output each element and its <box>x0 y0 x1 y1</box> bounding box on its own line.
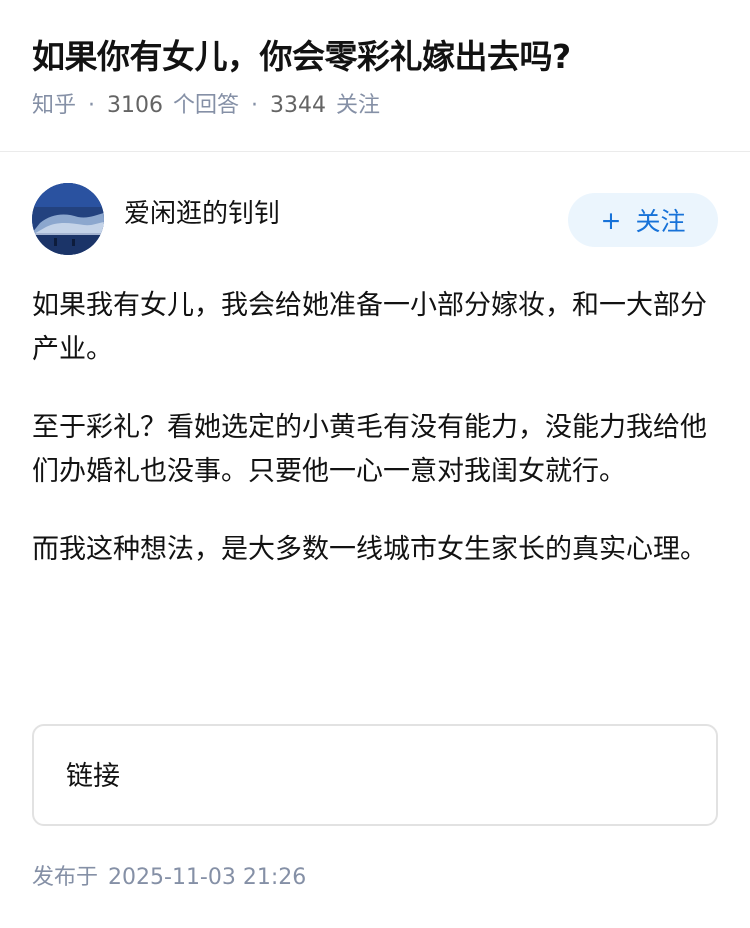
publish-label: 发布于 <box>32 865 99 890</box>
answer-paragraph: 而我这种想法，是大多数一线城市女生家长的真实心理。 <box>32 534 707 565</box>
answer-paragraph: 至于彩礼？看她选定的小黄毛有没有能力，没能力我给他们办婚礼也没事。只要他一心一意… <box>32 412 707 487</box>
publish-timestamp: 2025-11-03 21:26 <box>108 865 307 890</box>
meta-separator: · <box>251 93 259 118</box>
author-name[interactable]: 爱闲逛的钊钊 <box>124 196 568 232</box>
meta-separator: · <box>88 93 96 118</box>
source-label[interactable]: 知乎 <box>32 88 76 124</box>
question-meta: 知乎 · 3106 个回答 · 3344 关注 <box>32 88 718 124</box>
answer-paragraph: 如果我有女儿，我会给她准备一小部分嫁妆，和一大部分产业。 <box>32 290 707 365</box>
answer-count: 3106 <box>107 93 164 118</box>
follower-count-label[interactable]: 关注 <box>336 88 380 124</box>
avatar[interactable] <box>32 183 104 255</box>
author-row: 爱闲逛的钊钊 + 关注 <box>32 183 718 255</box>
link-card[interactable]: 链接 <box>32 724 718 826</box>
answer-page: 如果你有女儿，你会零彩礼嫁出去吗? 知乎 · 3106 个回答 · 3344 关… <box>0 0 750 928</box>
question-header: 如果你有女儿，你会零彩礼嫁出去吗? 知乎 · 3106 个回答 · 3344 关… <box>0 0 750 152</box>
answer-count-label[interactable]: 个回答 <box>173 88 239 124</box>
follow-button[interactable]: + 关注 <box>568 193 718 247</box>
follow-button-label: 关注 <box>635 207 686 236</box>
question-title[interactable]: 如果你有女儿，你会零彩礼嫁出去吗? <box>32 32 718 82</box>
plus-icon: + <box>600 205 622 235</box>
answer-body: 如果我有女儿，我会给她准备一小部分嫁妆，和一大部分产业。 至于彩礼？看她选定的小… <box>32 284 718 606</box>
link-card-label: 链接 <box>66 760 120 792</box>
avatar-photo-icon <box>32 183 104 255</box>
publish-time: 发布于 2025-11-03 21:26 <box>32 860 306 896</box>
follower-count: 3344 <box>270 93 327 118</box>
